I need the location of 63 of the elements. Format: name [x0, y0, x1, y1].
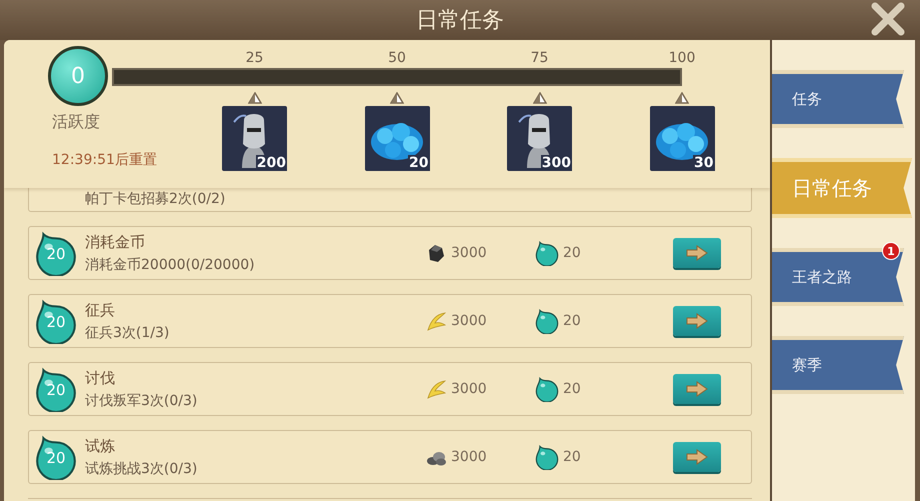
task-title: 征兵 [85, 300, 116, 320]
reward-chest-slot[interactable]: 20 [364, 106, 430, 171]
go-button[interactable] [673, 374, 721, 404]
resource-reward: 3000 [451, 449, 487, 465]
sidebar-tab[interactable]: 任务 [772, 70, 904, 128]
resource-reward: 3000 [451, 245, 487, 261]
reset-timer: 12:39:51后重置 [52, 151, 157, 169]
task-title: 消耗金币 [85, 232, 146, 252]
activity-drop-icon [535, 444, 559, 470]
points-drop-icon [35, 366, 77, 412]
milestone-value: 25 [244, 50, 264, 66]
close-button[interactable] [870, 2, 906, 36]
marker-icon [248, 92, 262, 104]
milestone-value: 100 [668, 50, 696, 66]
marker-icon [532, 92, 546, 104]
milestone-value: 50 [387, 50, 407, 66]
resource-reward: 3000 [451, 381, 487, 397]
reward-amount: 30 [693, 155, 714, 171]
task-description: 征兵3次(1/3) [85, 324, 170, 342]
go-button[interactable] [673, 442, 721, 472]
window-title: 日常任务 [416, 7, 504, 35]
activity-reward: 20 [563, 313, 581, 329]
reward-amount: 200 [256, 155, 287, 171]
activity-reward: 20 [563, 245, 581, 261]
milestone-value: 75 [530, 50, 550, 66]
arrow-icon [685, 448, 709, 466]
task-points: 20 [45, 381, 67, 399]
activity-reward: 20 [563, 381, 581, 397]
reward-chest-slot[interactable]: 200 [222, 106, 287, 171]
task-description: 试炼挑战3次(0/3) [85, 460, 198, 478]
reward-amount: 20 [408, 155, 430, 171]
arrow-icon [685, 244, 709, 262]
task-title: 试炼 [85, 436, 116, 456]
task-title: 讨伐 [85, 368, 116, 388]
activity-drop-icon [535, 308, 559, 334]
wheat-icon [425, 378, 447, 400]
sidebar-tab[interactable]: 赛季 [772, 336, 904, 394]
marker-icon [390, 92, 404, 104]
activity-points: 0 [48, 46, 108, 106]
task-points: 20 [45, 449, 67, 467]
task-description: 讨伐叛军3次(0/3) [85, 392, 198, 410]
points-drop-icon [35, 298, 77, 344]
arrow-icon [685, 380, 709, 398]
resource-reward: 3000 [451, 313, 487, 329]
task-points: 20 [45, 245, 67, 263]
task-points: 20 [45, 313, 67, 331]
reward-chest-slot[interactable]: 300 [507, 106, 572, 171]
marker-icon [675, 92, 689, 104]
reward-amount: 300 [540, 155, 572, 171]
activity-label: 活跃度 [52, 112, 100, 133]
wheat-icon [425, 310, 447, 332]
activity-reward: 20 [563, 449, 581, 465]
task-description: 帕丁卡包招募2次(0/2) [85, 190, 226, 208]
arrow-icon [685, 312, 709, 330]
go-button[interactable] [673, 306, 721, 336]
go-button[interactable] [673, 238, 721, 268]
task-description: 消耗金币20000(0/20000) [85, 256, 256, 274]
points-drop-icon [35, 434, 77, 480]
activity-drop-icon [535, 376, 559, 402]
activity-drop-icon [535, 240, 559, 266]
notification-badge: 1 [882, 242, 900, 260]
points-drop-icon [35, 230, 77, 276]
reward-chest-slot[interactable]: 30 [650, 106, 714, 171]
